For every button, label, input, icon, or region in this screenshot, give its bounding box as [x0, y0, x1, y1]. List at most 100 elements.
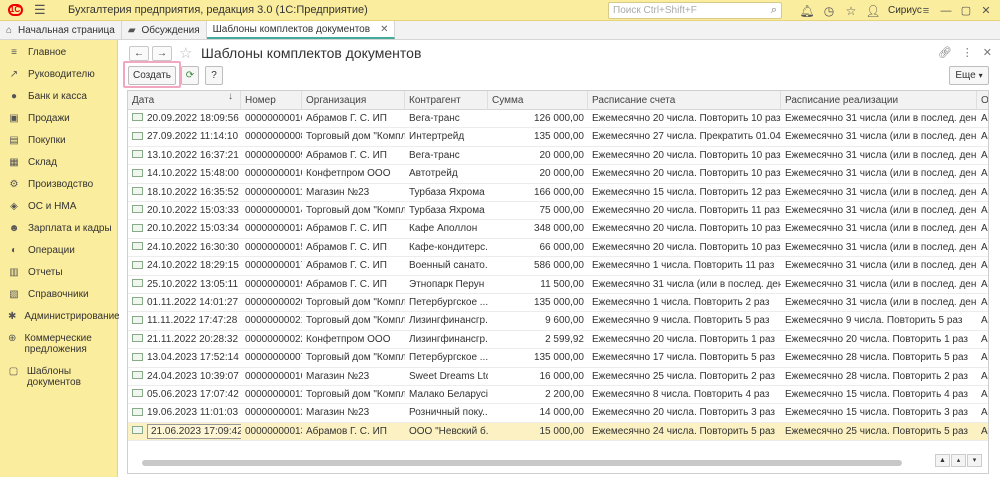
maximize-icon[interactable]: ▢ — [956, 4, 976, 17]
cell-other: А( — [981, 352, 988, 364]
sidebar-item-admin[interactable]: ✱ Администрирование — [0, 311, 120, 322]
table-row[interactable]: 21.06.2023 17:09:42 00000000013 Абрамов Г.… — [128, 422, 988, 442]
cell-invoice-schedule: Ежемесячно 31 числа (или в послед. день … — [592, 278, 781, 290]
cell-number: 00000000022 — [245, 333, 302, 345]
col-number[interactable]: Номер — [241, 91, 302, 110]
cell-organization: Абрамов Г. С. ИП — [306, 425, 387, 437]
tab-close-icon[interactable]: ✕ — [380, 24, 388, 35]
col-organization[interactable]: Организация — [302, 91, 405, 110]
cell-other: А( — [981, 425, 988, 437]
gear-icon: ✱ — [8, 311, 17, 322]
cell-number: 00000000010 — [245, 168, 302, 180]
sidebar-item-reports[interactable]: ▥ Отчеты — [0, 267, 118, 278]
sidebar-item-sales[interactable]: ▣ Продажи — [0, 113, 118, 124]
table-row[interactable]: 13.10.2022 16:37:21 00000000009 Абрамов Г.… — [128, 147, 988, 166]
cell-other: А( — [981, 297, 988, 308]
scroll-top-icon[interactable]: ▲ — [935, 454, 950, 467]
user-icon[interactable]: 👤︎ — [862, 4, 884, 18]
cell-amount: 135 000,00 — [533, 352, 584, 364]
cell-invoice-schedule: Ежемесячно 20 числа. Повторить 10 раз — [592, 223, 781, 235]
document-icon — [132, 168, 143, 177]
sidebar-item-bank[interactable]: ● Банк и касса — [0, 91, 118, 102]
table-row[interactable]: 24.10.2022 16:30:30 00000000015 Абрамов Г.… — [128, 239, 988, 258]
sidebar-item-catalogs[interactable]: ▧ Справочники — [0, 289, 118, 300]
cell-counterparty: Малако Беларусі — [409, 389, 488, 400]
cell-date: 24.10.2022 18:29:15 — [128, 257, 241, 275]
table-row[interactable]: 11.11.2022 17:47:28 00000000021 Торговый д… — [128, 312, 988, 331]
tab-home[interactable]: ⌂ Начальная страница — [0, 21, 122, 39]
col-date[interactable]: Дата — [128, 91, 241, 110]
help-button[interactable]: ? — [205, 66, 223, 85]
table-row[interactable]: 20.10.2022 15:03:34 00000000018 Абрамов Г.… — [128, 220, 988, 239]
cell-sales-schedule: Ежемесячно 28 числа. Повторить 2 раз — [785, 370, 969, 382]
search-icon[interactable]: ⌕ — [771, 4, 777, 17]
sidebar-item-commercial-offers[interactable]: ⊕ Коммерческие предложения — [0, 333, 118, 355]
table-row[interactable]: 19.06.2023 11:01:03 00000000012 Магазин №2… — [128, 404, 988, 423]
cell-sales-schedule: Ежемесячно 31 числа (или в послед. день … — [785, 113, 977, 124]
col-counterparty[interactable]: Контрагент — [405, 91, 488, 110]
create-button[interactable]: Создать — [128, 66, 176, 85]
col-sales-schedule[interactable]: Расписание реализации — [781, 91, 977, 110]
table-row[interactable]: 18.10.2022 16:35:52 00000000011 Магазин №2… — [128, 184, 988, 202]
link-icon[interactable]: 🔗︎ — [938, 46, 952, 59]
table-row[interactable]: 24.10.2022 18:29:15 00000000017 Абрамов Г.… — [128, 257, 988, 276]
book-icon: ▧ — [9, 289, 19, 300]
scroll-up-icon[interactable]: ▴ — [951, 454, 966, 467]
table-row[interactable]: 24.04.2023 10:39:07 00000000010 Магазин №2… — [128, 368, 988, 386]
main-menu-icon[interactable]: ☰ — [34, 2, 50, 18]
table-row[interactable]: 21.11.2022 20:28:32 00000000022 Конфетпром… — [128, 331, 988, 350]
close-form-icon[interactable]: ✕ — [983, 46, 992, 59]
minimize-icon[interactable]: — — [936, 5, 956, 17]
history-icon[interactable]: ◷ — [818, 4, 840, 18]
table-row[interactable]: 25.10.2022 13:05:11 00000000019 Абрамов Г.… — [128, 276, 988, 294]
cell-organization: Торговый дом "Компл... — [306, 131, 405, 143]
sidebar-item-operations[interactable]: ◐ Операции — [0, 245, 118, 256]
horizontal-scrollbar[interactable] — [142, 460, 902, 466]
forward-button[interactable]: → — [152, 46, 172, 61]
search-input[interactable]: Поиск Ctrl+Shift+F ⌕ — [608, 2, 782, 19]
sidebar-item-doc-templates[interactable]: ▢ Шаблоны документов — [0, 366, 118, 388]
close-icon[interactable]: ✕ — [976, 4, 996, 17]
col-other[interactable]: О — [977, 91, 988, 110]
bell-icon[interactable]: 🔔︎ — [796, 4, 818, 18]
sidebar-item-manager[interactable]: ↗ Руководителю — [0, 69, 118, 80]
more-button[interactable]: Еще ▾ — [949, 66, 989, 85]
table-row[interactable]: 20.10.2022 15:03:33 00000000014 Торговый д… — [128, 202, 988, 221]
cell-sales-schedule: Ежемесячно 31 числа (или в послед. день … — [785, 186, 977, 198]
col-amount[interactable]: Сумма — [488, 91, 588, 110]
cell-sales-schedule: Ежемесячно 31 числа (или в послед. день … — [785, 278, 977, 290]
sidebar-item-warehouse[interactable]: ▦ Склад — [0, 157, 118, 168]
back-button[interactable]: ← — [129, 46, 149, 61]
sidebar-item-payroll[interactable]: ☻ Зарплата и кадры — [0, 223, 118, 234]
sidebar-item-production[interactable]: ⚙ Производство — [0, 179, 118, 190]
sidebar-item-purchases[interactable]: ▤ Покупки — [0, 135, 118, 146]
scroll-down-icon[interactable]: ▾ — [967, 454, 982, 467]
table-row[interactable]: 01.11.2022 14:01:27 00000000020 Торговый д… — [128, 294, 988, 313]
report-icon: ▥ — [9, 267, 19, 278]
cell-date: 27.09.2022 11:14:10 — [128, 128, 241, 146]
app-title: Бухгалтерия предприятия, редакция 3.0 (1… — [68, 4, 368, 16]
tab-discussions[interactable]: ▰ Обсуждения — [122, 21, 207, 39]
table-row[interactable]: 14.10.2022 15:48:00 00000000010 Конфетпром… — [128, 165, 988, 184]
settings-icon[interactable]: ≡ — [916, 5, 936, 17]
cell-organization: Конфетпром ООО — [306, 333, 391, 345]
document-icon — [132, 113, 143, 122]
table-row[interactable]: 20.09.2022 18:09:56 00000000016 Абрамов Г.… — [128, 110, 988, 129]
cell-organization: Абрамов Г. С. ИП — [306, 149, 387, 161]
more-dots-icon[interactable]: ⋮ — [962, 46, 973, 59]
template-icon: ▢ — [8, 366, 19, 377]
cell-amount: 66 000,00 — [539, 241, 585, 253]
sidebar-item-fixed-assets[interactable]: ◈ ОС и НМА — [0, 201, 118, 212]
cell-number: 00000000011 — [245, 186, 302, 198]
table-row[interactable]: 27.09.2022 11:14:10 00000000008 Торговый д… — [128, 128, 988, 147]
tab-document-templates[interactable]: Шаблоны комплектов документов ✕ — [206, 21, 396, 39]
table-row[interactable]: 13.04.2023 17:52:14 00000000007 Торговый д… — [128, 349, 988, 368]
cell-invoice-schedule: Ежемесячно 20 числа. Повторить 3 раз — [592, 407, 776, 419]
favorite-star-icon[interactable]: ☆ — [179, 44, 192, 62]
col-invoice-schedule[interactable]: Расписание счета — [588, 91, 781, 110]
star-icon[interactable]: ☆ — [840, 4, 862, 18]
table-row[interactable]: 05.06.2023 17:07:42 00000000011 Торговый д… — [128, 386, 988, 405]
sidebar-item-main[interactable]: ≡ Главное — [0, 47, 118, 58]
cell-number: 00000000020 — [245, 297, 302, 308]
refresh-button[interactable]: ⟳ — [181, 66, 199, 85]
